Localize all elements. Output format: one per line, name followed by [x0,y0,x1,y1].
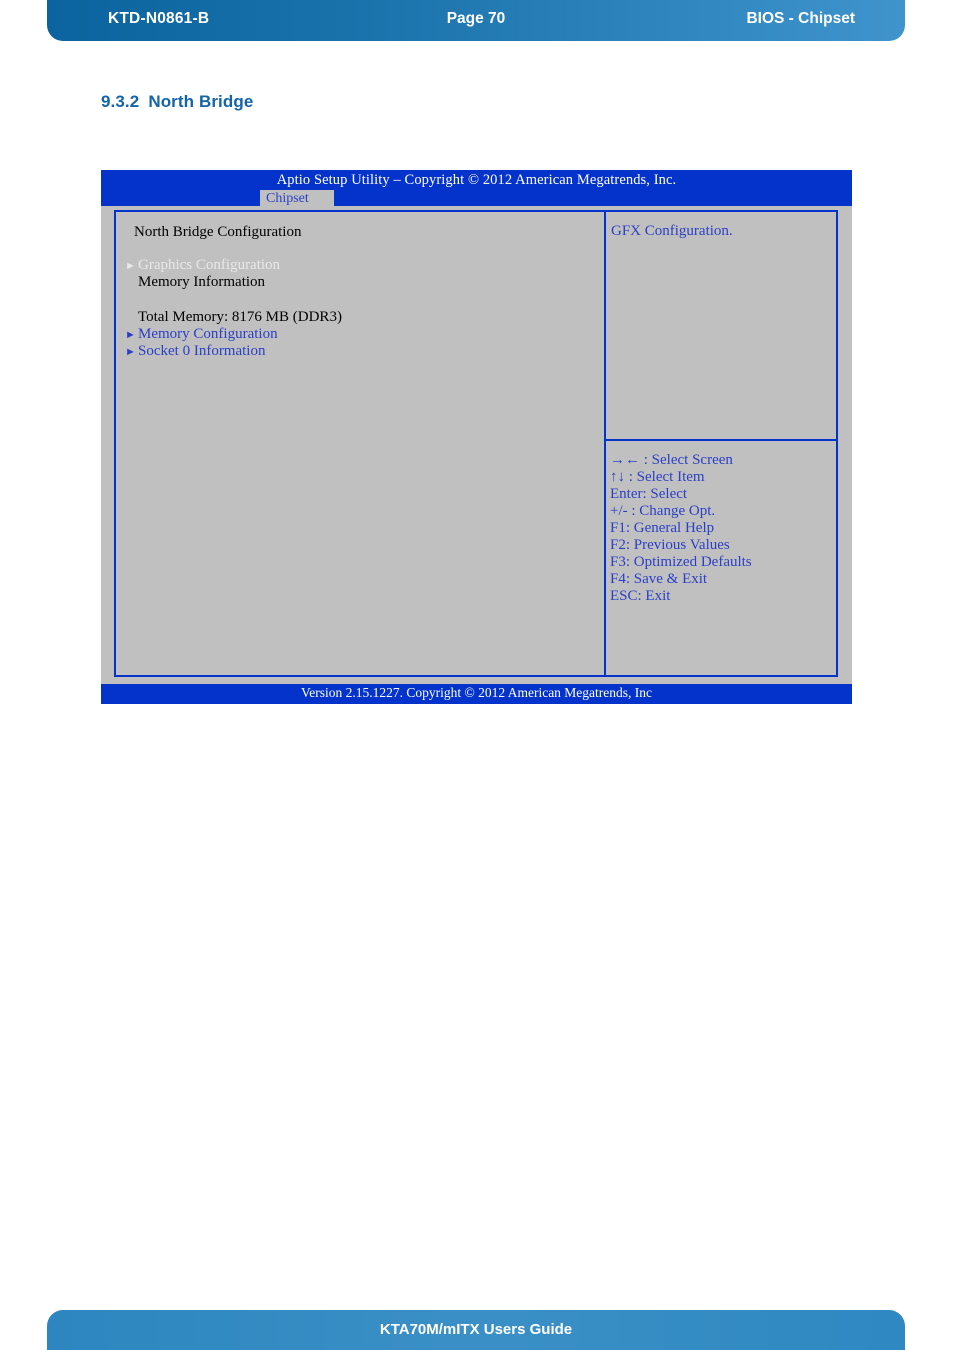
menu-item-socket-0-information[interactable]: ► Socket 0 Information [120,343,590,360]
key-legend-list: →← : Select Screen ↑↓ : Select Item Ente… [610,452,752,605]
page-header-band: KTD-N0861-B Page 70 BIOS - Chipset [47,0,905,41]
bios-menu-list: ► Graphics Configuration Memory Informat… [120,257,590,360]
key-legend-save-and-exit: F4: Save & Exit [610,571,708,587]
key-legend-enter-select: Enter: Select [610,486,688,502]
key-legend-change-opt: +/- : Change Opt. [610,503,716,519]
bios-title-text: Aptio Setup Utility – Copyright © 2012 A… [276,172,677,188]
help-text: GFX Configuration. [611,223,733,239]
bios-settings-pane: North Bridge Configuration ► Graphics Co… [116,212,606,675]
bios-titlebar: Aptio Setup Utility – Copyright © 2012 A… [101,170,852,207]
menu-item-graphics-configuration[interactable]: ► Graphics Configuration [120,257,590,274]
bios-key-legend-pane: →← : Select Screen ↑↓ : Select Item Ente… [606,441,836,675]
key-legend-esc-exit: ESC: Exit [610,588,671,604]
page-title: 9.3.2 North Bridge [101,92,253,112]
bios-help-pane: GFX Configuration. [606,212,836,441]
bios-screen: Aptio Setup Utility – Copyright © 2012 A… [101,170,852,704]
key-legend-general-help: F1: General Help [610,520,715,536]
menu-item-label: Socket 0 Information [138,343,266,359]
key-legend-optimized-defaults: F3: Optimized Defaults [610,554,752,570]
bios-version-text: Version 2.15.1227. Copyright © 2012 Amer… [300,685,653,700]
key-legend-select-screen: →← : Select Screen [610,452,733,468]
menu-item-memory-configuration[interactable]: ► Memory Configuration [120,326,590,343]
section-number: 9.3.2 [101,92,140,111]
submenu-arrow-icon: ► [125,329,136,341]
key-legend-select-item: ↑↓ : Select Item [610,469,705,485]
guide-title: KTA70M/mITX Users Guide [379,1321,573,1338]
north-bridge-configuration-heading: North Bridge Configuration [134,224,302,240]
bios-side-pane: GFX Configuration. →← : Select Screen ↑↓… [606,212,836,675]
total-memory-value: Total Memory: 8176 MB (DDR3) [138,309,342,325]
key-legend-previous-values: F2: Previous Values [610,537,730,553]
bios-version-bar: Version 2.15.1227. Copyright © 2012 Amer… [101,684,852,704]
submenu-arrow-icon: ► [125,346,136,358]
readout-total-memory: Total Memory: 8176 MB (DDR3) [120,309,590,326]
section-title: North Bridge [148,92,254,111]
page-footer-band: KTA70M/mITX Users Guide [47,1310,905,1350]
menu-item-label: Memory Information [138,274,266,290]
submenu-arrow-icon: ► [125,260,136,272]
section-label: BIOS - Chipset [746,10,855,27]
menu-spacer [120,291,590,309]
tab-chipset[interactable]: Chipset [260,190,334,207]
menu-item-label: Memory Configuration [138,326,278,342]
menu-item-memory-information: Memory Information [120,274,590,291]
bios-body: North Bridge Configuration ► Graphics Co… [114,210,838,677]
menu-item-label: Graphics Configuration [138,257,281,273]
bios-tab-bar[interactable]: Chipset [260,189,334,207]
